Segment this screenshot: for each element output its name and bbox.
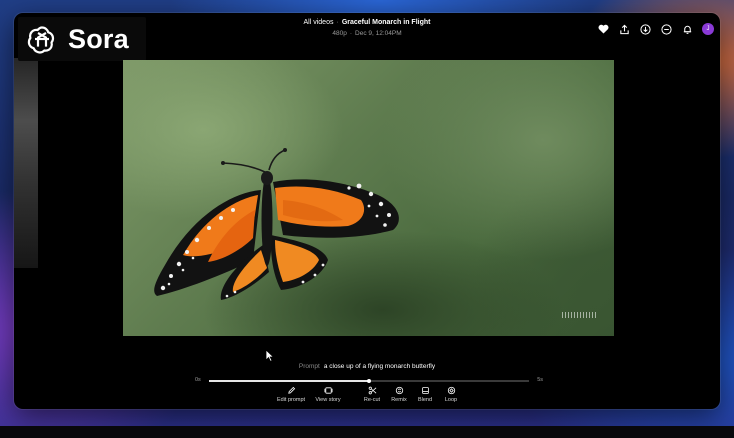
edit-prompt-label: Edit prompt [276,397,306,403]
breadcrumb-separator: · [336,19,339,26]
timeline-scrubber[interactable]: 0s 5s [195,377,543,385]
storyboard-icon [323,387,333,394]
download-icon[interactable] [639,23,651,35]
edit-prompt-button[interactable]: Edit prompt [276,386,306,403]
blend-button[interactable]: Blend [412,386,438,403]
video-title: Graceful Monarch in Flight [341,19,431,26]
background-window-edge [14,58,38,268]
view-story-label: View story [315,397,341,403]
loop-label: Loop [444,397,458,403]
timeline-handle[interactable] [367,378,371,383]
meta-separator: · [349,30,353,37]
recut-label: Re-cut [363,397,381,403]
user-avatar[interactable]: J [702,23,714,35]
view-story-button[interactable]: View story [310,386,346,403]
loop-button[interactable]: Loop [438,386,464,403]
blend-label: Blend [417,397,433,403]
more-icon[interactable] [660,23,672,35]
pencil-icon [287,386,295,394]
video-player[interactable] [123,60,614,336]
video-resolution: 480p [332,30,347,37]
video-date: Dec 9, 12:04PM [355,30,402,37]
share-icon[interactable] [618,23,630,35]
heart-icon[interactable] [597,23,609,35]
avatar-initial: J [706,26,710,32]
blend-icon [421,387,429,394]
prompt-line: Prompt a close up of a flying monarch but… [0,363,734,370]
remix-button[interactable]: Remix [386,386,412,403]
desktop-bottom-edge [0,426,734,438]
scissors-icon [368,386,376,395]
video-watermark [562,312,596,318]
timeline-progress [209,380,369,382]
notification-icon[interactable] [681,23,693,35]
monarch-butterfly-image [154,148,399,300]
timeline-track[interactable] [209,378,529,383]
remix-label: Remix [391,397,407,403]
timeline-end: 5s [537,377,543,383]
prompt-text: a close up of a flying monarch butterfly [323,363,436,370]
remix-icon [395,386,403,395]
video-toolbar: Edit prompt View story Re-cut Remix Blen… [276,386,464,403]
recut-button[interactable]: Re-cut [358,386,386,403]
timeline-start: 0s [195,377,201,383]
prompt-label: Prompt [298,363,320,370]
breadcrumb-all-videos[interactable]: All videos [304,19,334,26]
loop-icon [447,386,455,395]
header-actions: J [597,23,714,35]
